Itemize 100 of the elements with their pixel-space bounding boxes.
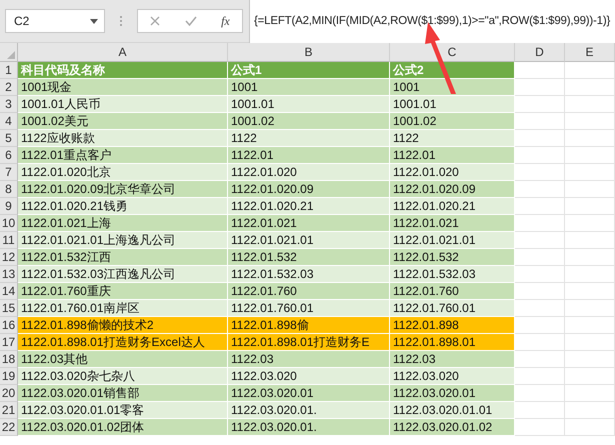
empty-cell (565, 385, 615, 402)
empty-cell (565, 215, 615, 232)
table-cell: 1122.01.020.09 (228, 181, 390, 198)
insert-function-button[interactable]: fx (221, 14, 230, 28)
header-cell: 科目代码及名称 (18, 62, 228, 79)
row-header[interactable]: 7 (0, 164, 18, 181)
row-header[interactable]: 6 (0, 147, 18, 164)
table-cell: 1122.01.898.01打造财务Excel达人 (18, 334, 228, 351)
table-cell: 1122.03 (390, 351, 515, 368)
row-header[interactable]: 20 (0, 385, 18, 402)
table-cell: 1122.01.760.01 (228, 300, 390, 317)
table-cell: 1001现金 (18, 79, 228, 96)
row-header[interactable]: 16 (0, 317, 18, 334)
table-cell: 1122.01.760.01南岸区 (18, 300, 228, 317)
header-cell: 公式2 (390, 62, 515, 79)
empty-cell (565, 419, 615, 436)
header-cell: 公式1 (228, 62, 390, 79)
dropdown-icon (90, 18, 98, 24)
column-header[interactable]: B (228, 43, 390, 62)
column-header[interactable]: A (18, 43, 228, 62)
empty-cell (565, 402, 615, 419)
table-cell: 1001.02 (228, 113, 390, 130)
table-cell: 1122.01.020.09北京华章公司 (18, 181, 228, 198)
table-cell: 1122.01.532.03 (390, 266, 515, 283)
empty-cell (565, 147, 615, 164)
column-header[interactable]: D (515, 43, 565, 62)
table-cell: 1122.01.532江西 (18, 249, 228, 266)
table-cell: 1122 (390, 130, 515, 147)
row-header[interactable]: 3 (0, 96, 18, 113)
row-header[interactable]: 8 (0, 181, 18, 198)
row-header[interactable]: 2 (0, 79, 18, 96)
table-cell: 1122.03.020.01. (228, 419, 390, 436)
column-header[interactable]: C (390, 43, 515, 62)
grip-icon (119, 15, 123, 27)
select-all-button[interactable] (0, 43, 18, 62)
table-cell: 1122.01 (390, 147, 515, 164)
row-header[interactable]: 4 (0, 113, 18, 130)
table-cell: 1122.03.020.01.01 (390, 402, 515, 419)
row-header[interactable]: 13 (0, 266, 18, 283)
table-cell: 1122.01.532 (228, 249, 390, 266)
row-header[interactable]: 15 (0, 300, 18, 317)
table-cell: 1122.03.020.01 (228, 385, 390, 402)
table-cell: 1122.01.532 (390, 249, 515, 266)
row-header[interactable]: 10 (0, 215, 18, 232)
row-header[interactable]: 14 (0, 283, 18, 300)
empty-cell (565, 249, 615, 266)
table-cell: 1122.01.021.01上海逸凡公司 (18, 232, 228, 249)
table-cell: 1122.01.020 (228, 164, 390, 181)
cancel-icon[interactable] (150, 16, 160, 26)
table-cell: 1122.03.020.01.02 (390, 419, 515, 436)
row-header[interactable]: 11 (0, 232, 18, 249)
row-header[interactable]: 9 (0, 198, 18, 215)
column-header[interactable]: E (565, 43, 615, 62)
table-cell: 1122.01.020.21 (228, 198, 390, 215)
empty-cell (565, 198, 615, 215)
table-cell: 1122.01.898 (390, 317, 515, 334)
table-cell: 1122.03其他 (18, 351, 228, 368)
row-header[interactable]: 5 (0, 130, 18, 147)
empty-cell (565, 351, 615, 368)
table-cell: 1001.02 (390, 113, 515, 130)
table-cell: 1122.03.020.01.02团体 (18, 419, 228, 436)
empty-cell (565, 164, 615, 181)
table-cell: 1001 (390, 79, 515, 96)
table-cell: 1122.03.020 (228, 368, 390, 385)
table-cell: 1122.01 (228, 147, 390, 164)
table-cell: 1122.01重点客户 (18, 147, 228, 164)
table-cell: 1122.03.020.01. (228, 402, 390, 419)
table-cell: 1122.01.020.21 (390, 198, 515, 215)
empty-cell (565, 181, 615, 198)
empty-cell (565, 62, 615, 79)
formula-field[interactable]: {=LEFT(A2,MIN(IF(MID(A2,ROW($1:$99),1)>="a",ROW($1:$99),99))-1)} (249, 0, 615, 42)
table-cell: 1122.03.020.01 (390, 385, 515, 402)
check-icon[interactable] (184, 16, 197, 26)
row-header[interactable]: 1 (0, 62, 18, 79)
table-cell: 1122.01.898偷懒的技术2 (18, 317, 228, 334)
table-cell: 1001.01人民币 (18, 96, 228, 113)
row-header[interactable]: 19 (0, 368, 18, 385)
table-cell: 1001 (228, 79, 390, 96)
table-cell: 1122.01.021 (228, 215, 390, 232)
row-header[interactable]: 17 (0, 334, 18, 351)
name-box[interactable]: C2 (5, 9, 105, 33)
table-cell: 1122.01.898.01 (390, 334, 515, 351)
row-header[interactable]: 12 (0, 249, 18, 266)
table-cell: 1122.03.020 (390, 368, 515, 385)
table-cell: 1122.03 (228, 351, 390, 368)
table-cell: 1122.01.760.01 (390, 300, 515, 317)
table-cell: 1122.01.898偷 (228, 317, 390, 334)
table-cell: 1122.01.021.01 (390, 232, 515, 249)
empty-cell (565, 130, 615, 147)
table-cell: 1122.03.020杂七杂八 (18, 368, 228, 385)
table-cell: 1122.01.020 (390, 164, 515, 181)
table-cell: 1122.01.021 (390, 215, 515, 232)
table-cell: 1122.03.020.01.01零客 (18, 402, 228, 419)
row-header[interactable]: 21 (0, 402, 18, 419)
empty-cell (565, 300, 615, 317)
row-header[interactable]: 18 (0, 351, 18, 368)
empty-cell (565, 368, 615, 385)
row-header[interactable]: 22 (0, 419, 18, 436)
table-cell: 1122.01.760 (390, 283, 515, 300)
corner-triangle-icon (7, 51, 15, 59)
